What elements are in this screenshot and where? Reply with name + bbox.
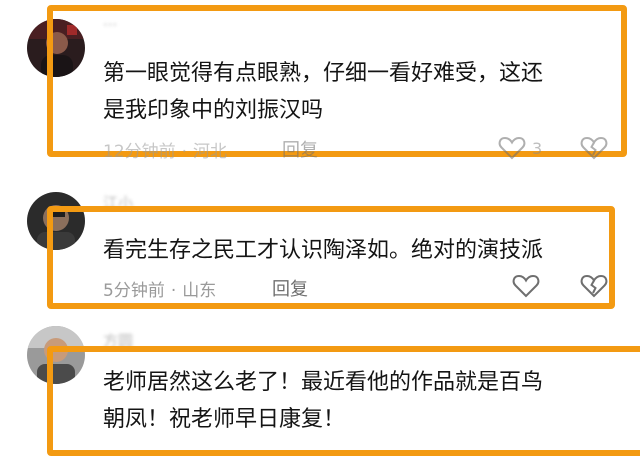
comment-time: 12分钟前 [103, 142, 176, 162]
comment-text-line: 老师居然这么老了！最近看他的作品就是百鸟 [103, 370, 544, 395]
comment-text-line: 第一眼觉得有点眼熟，仔细一看好难受，这还 [103, 61, 544, 86]
like-button[interactable] [512, 274, 540, 302]
comment-meta: 5分钟前 · 山东 [103, 276, 216, 301]
heart-outline-icon [498, 136, 526, 160]
comment-text-line: 是我印象中的刘振汉吗 [103, 98, 324, 123]
comment-text: 第一眼觉得有点眼熟，仔细一看好难受，这还 是我印象中的刘振汉吗 [103, 55, 543, 129]
comment-item: 江小 看完生存之民工才认识陶泽如。绝对的演技派 5分钟前 · 山东 回复 [0, 160, 640, 320]
reply-button[interactable]: 回复 [272, 275, 308, 301]
comment-location: 河北 [193, 142, 228, 162]
comment-text-line: 朝凤！祝老师早日康复！ [103, 407, 346, 432]
comment-time: 5分钟前 [103, 281, 165, 301]
separator: · [181, 142, 188, 162]
comment-item: ··· 第一眼觉得有点眼熟，仔细一看好难受，这还 是我印象中的刘振汉吗 12分钟… [0, 0, 640, 162]
comment-meta: 12分钟前 · 河北 [103, 137, 227, 162]
comment-text-line: 看完生存之民工才认识陶泽如。绝对的演技派 [103, 238, 544, 263]
dislike-button[interactable] [580, 274, 608, 302]
broken-heart-icon [580, 274, 608, 298]
comment-location: 山东 [182, 281, 217, 301]
comment-text: 老师居然这么老了！最近看他的作品就是百鸟 朝凤！祝老师早日康复！ [103, 364, 543, 438]
like-count: 3 [532, 139, 543, 158]
heart-outline-icon [512, 274, 540, 298]
comment-text: 看完生存之民工才认识陶泽如。绝对的演技派 [103, 232, 543, 269]
reply-button[interactable]: 回复 [282, 136, 318, 162]
comment-item: 方圆 老师居然这么老了！最近看他的作品就是百鸟 朝凤！祝老师早日康复！ [0, 320, 640, 456]
separator: · [170, 281, 177, 301]
broken-heart-icon [580, 136, 608, 160]
